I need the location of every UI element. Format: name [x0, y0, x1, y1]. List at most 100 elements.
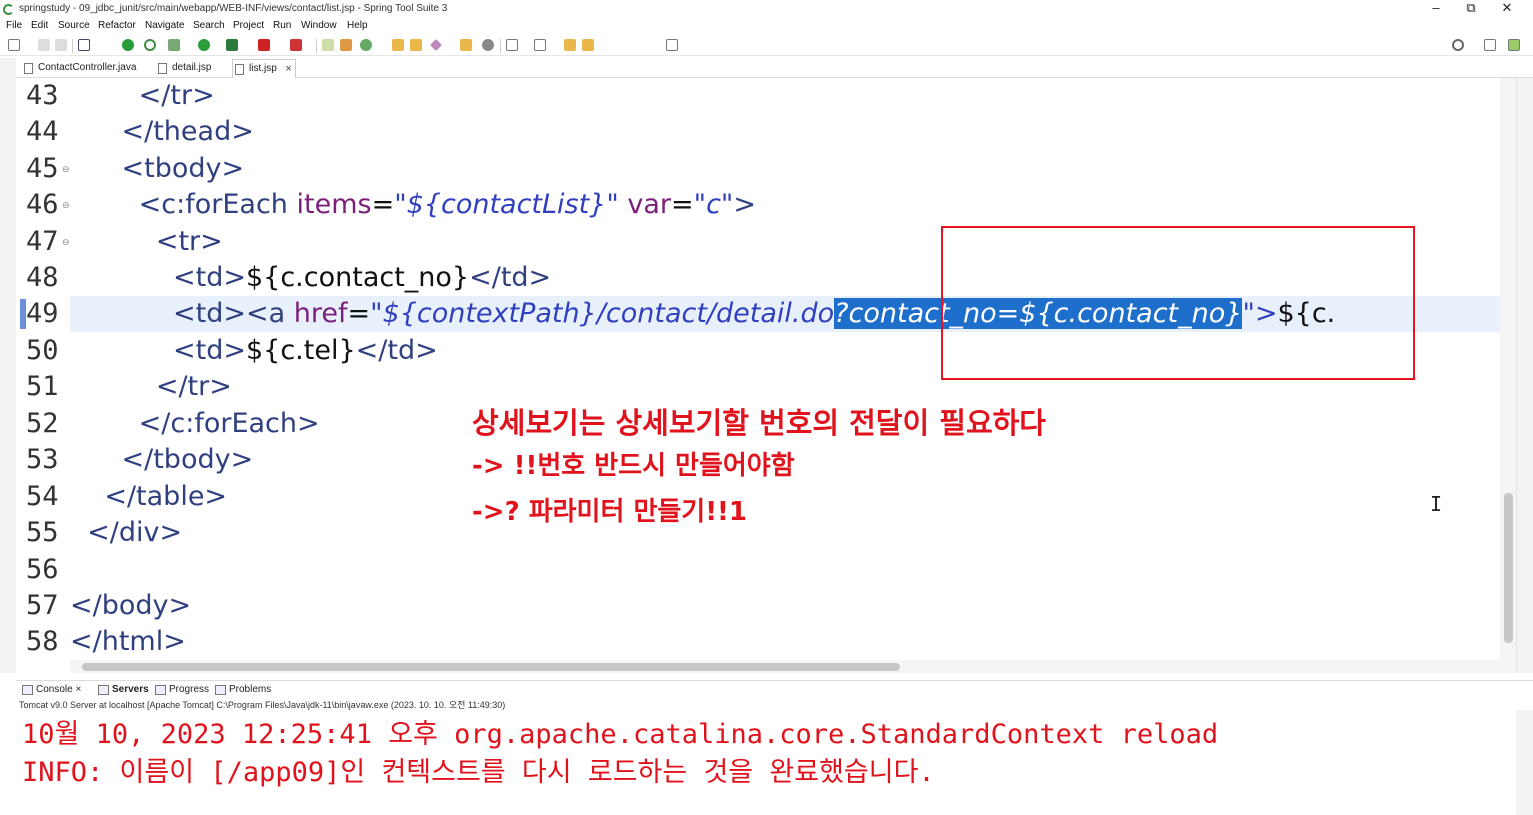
- fold-icon[interactable]: ⊖: [62, 164, 70, 175]
- console-output[interactable]: 10월 10, 2023 12:25:41 오후 org.apache.cata…: [16, 710, 1516, 815]
- menu-edit[interactable]: Edit: [31, 18, 48, 34]
- save-icon[interactable]: [38, 39, 50, 51]
- menu-window[interactable]: Window: [301, 18, 337, 34]
- open-perspective-icon[interactable]: [1484, 39, 1496, 51]
- code-line: </div>: [70, 517, 183, 548]
- external-tools-icon[interactable]: [290, 39, 302, 51]
- tab-detail-jsp[interactable]: detail.jsp: [156, 59, 211, 78]
- new-icon[interactable]: [8, 39, 20, 51]
- maximize-button[interactable]: ⧉: [1453, 0, 1489, 18]
- open-task-icon[interactable]: [410, 39, 422, 51]
- main-toolbar: [0, 36, 1533, 56]
- code-line: </tr>: [70, 80, 215, 111]
- search-tool-icon[interactable]: [430, 39, 442, 51]
- menu-file[interactable]: File: [6, 18, 22, 34]
- last-edit-icon[interactable]: [564, 39, 576, 51]
- menu-source[interactable]: Source: [58, 18, 90, 34]
- tab-progress[interactable]: Progress: [153, 681, 209, 699]
- servers-icon: [98, 685, 109, 695]
- code-line: <td>${c.tel}</td>: [70, 335, 438, 366]
- java-perspective-icon[interactable]: [1508, 39, 1520, 51]
- line-number: 52: [26, 408, 59, 439]
- forward-arrow-icon[interactable]: [630, 39, 642, 51]
- run-icon[interactable]: [198, 39, 210, 51]
- code-line: <tr>: [70, 226, 223, 257]
- tab-contactcontroller[interactable]: ContactController.java: [22, 59, 136, 78]
- annotation-note-3: ->? 파라미터 만들기!!1: [472, 497, 748, 527]
- title-bar: springstudy - 09_jdbc_junit/src/main/web…: [0, 0, 1533, 18]
- search-icon[interactable]: [1452, 39, 1464, 51]
- prev-annotation-icon[interactable]: [534, 39, 546, 51]
- menu-project[interactable]: Project: [233, 18, 264, 34]
- back-arrow-icon[interactable]: [602, 39, 614, 51]
- back-history-icon[interactable]: [582, 39, 594, 51]
- text-cursor-icon: I: [1430, 492, 1443, 516]
- close-tab-icon[interactable]: ×: [285, 60, 291, 78]
- console-line: INFO: 이름이 [/app09]인 컨텍스트를 다시 로드하는 것을 완료했…: [22, 757, 935, 788]
- globe-icon[interactable]: [482, 39, 494, 51]
- tab-list-jsp[interactable]: list.jsp ×: [232, 59, 296, 78]
- menu-help[interactable]: Help: [347, 18, 368, 34]
- spring-icon[interactable]: [144, 39, 156, 51]
- editor-horizontal-scrollbar[interactable]: [70, 660, 1516, 673]
- line-number: 43: [26, 80, 59, 111]
- skip-breakpoints-icon[interactable]: [100, 39, 112, 51]
- toolbar-separator: [72, 39, 73, 53]
- editor-tab-bar: ContactController.java detail.jsp list.j…: [16, 58, 1533, 78]
- progress-icon: [155, 685, 166, 695]
- code-line: </body>: [70, 590, 192, 621]
- code-line: <c:forEach items="${contactList}" var="c…: [70, 189, 756, 220]
- pin-editor-icon[interactable]: [666, 39, 678, 51]
- fold-icon[interactable]: ⊖: [62, 237, 70, 248]
- next-annotation-icon[interactable]: [506, 39, 518, 51]
- console-icon: [22, 685, 33, 695]
- left-trim: [0, 58, 16, 673]
- stop-icon[interactable]: [258, 39, 270, 51]
- coverage-icon[interactable]: [226, 39, 238, 51]
- code-line: <td>${c.contact_no}</td>: [70, 262, 552, 293]
- tab-label: ContactController.java: [38, 62, 137, 73]
- line-number: 44: [26, 116, 59, 147]
- scrollbar-thumb[interactable]: [1504, 493, 1513, 643]
- tab-problems[interactable]: Problems: [213, 681, 271, 699]
- terminal-icon[interactable]: [78, 39, 90, 51]
- annotation-note-1: 상세보기는 상세보기할 번호의 전달이 필요하다: [472, 406, 1046, 440]
- new-java-icon[interactable]: [360, 39, 372, 51]
- line-number: 54: [26, 481, 59, 512]
- open-type-icon[interactable]: [392, 39, 404, 51]
- annotation-note-2: -> !!번호 반드시 만들어야함: [472, 451, 795, 481]
- console-scrollbar[interactable]: [1516, 710, 1533, 815]
- save-all-icon[interactable]: [55, 39, 67, 51]
- problems-icon: [215, 685, 226, 695]
- red-highlight-box: [941, 226, 1415, 380]
- line-number: 48: [26, 262, 59, 293]
- java-file-icon: [24, 63, 33, 74]
- editor-vertical-scrollbar[interactable]: [1500, 78, 1516, 660]
- menu-refactor[interactable]: Refactor: [98, 18, 136, 34]
- menu-bar: File Edit Source Refactor Navigate Searc…: [0, 18, 1533, 34]
- code-line: </thead>: [70, 116, 254, 147]
- start-server-icon[interactable]: [122, 39, 134, 51]
- close-button[interactable]: ✕: [1489, 0, 1525, 18]
- debug-icon[interactable]: [168, 39, 180, 51]
- toolbar-separator: [500, 39, 501, 53]
- menu-run[interactable]: Run: [273, 18, 291, 34]
- open-folder-icon[interactable]: [460, 39, 472, 51]
- tab-servers[interactable]: Servers: [96, 681, 149, 699]
- line-number: 53: [26, 444, 59, 475]
- toolbar-separator: [316, 39, 317, 53]
- tab-console[interactable]: Console ×: [20, 681, 81, 699]
- line-number: 55: [26, 517, 59, 548]
- new-class-icon[interactable]: [322, 39, 334, 51]
- fold-icon[interactable]: ⊖: [62, 200, 70, 211]
- menu-search[interactable]: Search: [193, 18, 225, 34]
- menu-navigate[interactable]: Navigate: [145, 18, 184, 34]
- window-title: springstudy - 09_jdbc_junit/src/main/web…: [19, 3, 448, 14]
- code-line: </html>: [70, 626, 186, 657]
- code-line: </table>: [70, 481, 228, 512]
- line-number-gutter: 43 44 45 ⊖ 46 ⊖ 47 ⊖ 48 49 50 51 52 53 5…: [16, 78, 70, 660]
- line-number: 57: [26, 590, 59, 621]
- new-package-icon[interactable]: [340, 39, 352, 51]
- scrollbar-thumb[interactable]: [82, 663, 900, 671]
- minimize-button[interactable]: –: [1418, 0, 1454, 18]
